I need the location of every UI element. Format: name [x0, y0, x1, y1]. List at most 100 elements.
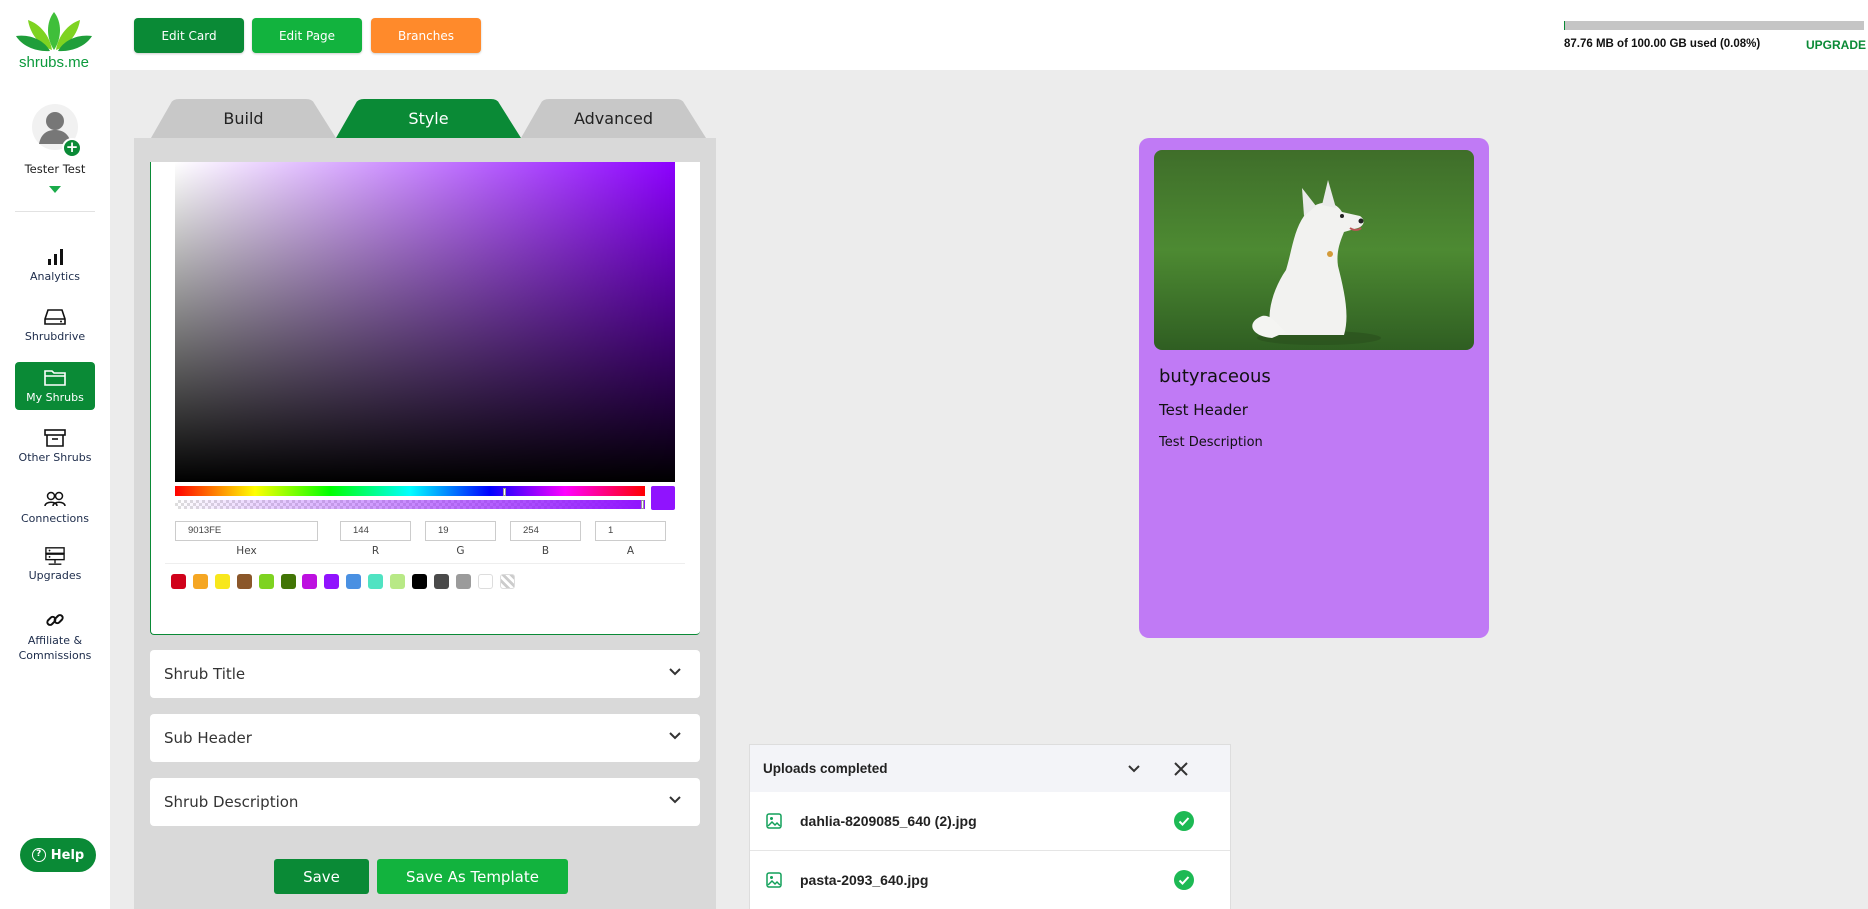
close-icon[interactable]: [1173, 761, 1189, 777]
color-swatch[interactable]: [477, 574, 493, 589]
blue-input[interactable]: 254: [510, 521, 581, 541]
add-photo-icon[interactable]: +: [62, 138, 82, 158]
color-swatch[interactable]: [302, 574, 318, 589]
save-as-template-button[interactable]: Save As Template: [377, 859, 568, 894]
sidebar-item-label: Connections: [21, 512, 89, 525]
sidebar: shrubs.me + Tester Test Analytics Shrubd…: [0, 0, 110, 909]
color-swatch[interactable]: [280, 574, 296, 589]
color-swatch[interactable]: [433, 574, 449, 589]
logo-text: shrubs.me: [18, 54, 90, 71]
sidebar-item-label: Other Shrubs: [18, 451, 92, 464]
sidebar-item-my-shrubs[interactable]: My Shrubs: [15, 362, 95, 410]
storage-usage-text: 87.76 MB of 100.00 GB used (0.08%): [1564, 38, 1761, 50]
green-input[interactable]: 19: [425, 521, 496, 541]
sidebar-item-shrubdrive[interactable]: Shrubdrive: [15, 307, 95, 343]
section-label: Sub Header: [164, 729, 252, 747]
tab-build[interactable]: Build: [151, 99, 336, 138]
sidebar-item-label-2: Commissions: [18, 649, 92, 662]
alpha-slider-handle[interactable]: [641, 500, 644, 509]
question-icon: ?: [31, 848, 46, 862]
hue-slider[interactable]: [175, 486, 645, 496]
edit-card-button[interactable]: Edit Card: [134, 18, 244, 53]
avatar[interactable]: +: [32, 104, 82, 158]
color-swatch[interactable]: [324, 574, 340, 589]
sidebar-item-label: Shrubdrive: [24, 330, 86, 343]
card-preview[interactable]: butyraceous Test Header Test Description: [1139, 138, 1489, 638]
sidebar-item-label: Upgrades: [28, 569, 82, 582]
chevron-down-icon[interactable]: [1127, 764, 1141, 774]
drive-icon: [44, 309, 66, 325]
profile[interactable]: + Tester Test: [0, 104, 110, 193]
tab-advanced[interactable]: Advanced: [521, 99, 706, 138]
card-header: Test Header: [1159, 401, 1248, 419]
chevron-down-icon: [669, 732, 681, 740]
upgrade-link[interactable]: UPGRADE: [1806, 38, 1866, 52]
check-circle-icon: [1174, 870, 1194, 890]
tab-label: Build: [223, 109, 264, 128]
alpha-input[interactable]: 1: [595, 521, 666, 541]
alpha-slider[interactable]: [175, 500, 645, 509]
section-label: Shrub Title: [164, 665, 246, 683]
sidebar-item-connections[interactable]: Connections: [15, 489, 95, 525]
color-swatch[interactable]: [258, 574, 274, 589]
color-swatch[interactable]: [368, 574, 384, 589]
storage-progress-bar: [1564, 21, 1864, 30]
upload-filename: pasta-2093_640.jpg: [800, 871, 929, 888]
color-swatch[interactable]: [236, 574, 252, 589]
link-icon: [46, 614, 64, 626]
chevron-down-icon: [669, 796, 681, 804]
tab-style[interactable]: Style: [336, 99, 521, 138]
blue-label: B: [541, 545, 550, 557]
upload-filename: dahlia-8209085_640 (2).jpg: [800, 813, 977, 829]
sidebar-item-label: My Shrubs: [26, 391, 84, 404]
archive-icon: [44, 429, 66, 447]
help-button[interactable]: ? Help: [20, 838, 96, 872]
branches-button[interactable]: Branches: [371, 18, 481, 53]
logo[interactable]: shrubs.me: [14, 10, 94, 71]
profile-name: Tester Test: [24, 162, 86, 176]
tab-label: Style: [408, 109, 449, 128]
sidebar-item-analytics[interactable]: Analytics: [15, 247, 95, 283]
red-input[interactable]: 144: [340, 521, 411, 541]
color-swatch[interactable]: [171, 574, 186, 589]
hex-label: Hex: [236, 545, 257, 557]
sidebar-item-upgrades[interactable]: Upgrades: [15, 546, 95, 582]
image-file-icon: [766, 872, 782, 888]
save-button[interactable]: Save: [274, 859, 369, 894]
section-shrub-description[interactable]: Shrub Description: [150, 778, 700, 826]
dog-photo: [1154, 150, 1474, 350]
help-label: Help: [50, 847, 85, 863]
card-title: butyraceous: [1159, 366, 1271, 387]
color-swatch[interactable]: [390, 574, 405, 589]
color-swatch[interactable]: [192, 574, 208, 589]
hex-input[interactable]: 9013FE: [175, 521, 318, 541]
server-icon: [45, 547, 65, 565]
check-circle-icon: [1174, 811, 1194, 831]
section-sub-header[interactable]: Sub Header: [150, 714, 700, 762]
sidebar-item-other-shrubs[interactable]: Other Shrubs: [15, 428, 95, 464]
chevron-down-icon: [669, 668, 681, 676]
card-description: Test Description: [1159, 435, 1263, 450]
color-swatch[interactable]: [455, 574, 471, 589]
divider: [15, 211, 95, 212]
bar-chart-icon: [48, 249, 63, 265]
tab-label: Advanced: [573, 109, 654, 128]
people-icon: [44, 491, 66, 507]
color-swatch[interactable]: [411, 574, 427, 589]
sidebar-item-affiliate[interactable]: Affiliate & Commissions: [15, 610, 95, 663]
hue-slider-handle[interactable]: [503, 488, 506, 496]
uploads-panel: Uploads completed dahlia-8209085_640 (2)…: [750, 745, 1230, 909]
section-shrub-title[interactable]: Shrub Title: [150, 650, 700, 698]
color-swatch[interactable]: [214, 574, 230, 589]
red-label: R: [371, 545, 380, 557]
color-picker: 9013FE 144 19 254 1 Hex R G B A: [150, 162, 700, 635]
edit-page-button[interactable]: Edit Page: [252, 18, 362, 53]
profile-dropdown-icon[interactable]: [49, 186, 61, 193]
green-label: G: [456, 545, 465, 557]
card-image: [1154, 150, 1474, 350]
divider: [165, 563, 685, 564]
color-swatch[interactable]: [499, 574, 515, 589]
image-file-icon: [766, 813, 782, 829]
color-swatch[interactable]: [346, 574, 362, 589]
saturation-area[interactable]: [175, 162, 675, 482]
